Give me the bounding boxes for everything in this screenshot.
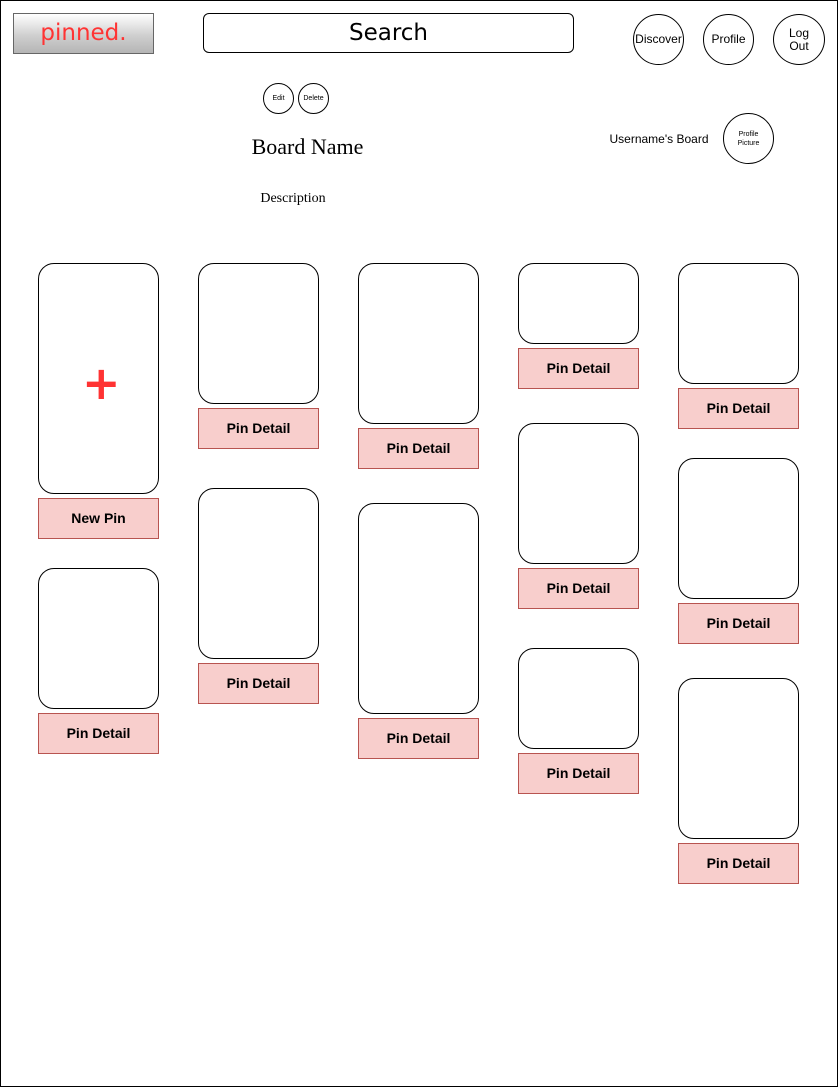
pin-detail-button[interactable]: Pin Detail — [198, 663, 319, 704]
edit-board-button[interactable]: Edit — [263, 83, 294, 114]
plus-icon[interactable]: + — [82, 355, 121, 411]
pin-detail-button[interactable]: Pin Detail — [38, 713, 159, 754]
pin-card[interactable] — [38, 568, 159, 709]
pin-card[interactable] — [358, 263, 479, 424]
pin-detail-button[interactable]: Pin Detail — [678, 843, 799, 884]
pin-card[interactable] — [678, 263, 799, 384]
board-name: Board Name — [251, 134, 364, 159]
pin-card[interactable] — [198, 488, 319, 659]
new-pin-button[interactable]: New Pin — [38, 498, 159, 539]
profile-button[interactable]: Profile — [703, 14, 754, 65]
pin-card[interactable] — [678, 678, 799, 839]
discover-button[interactable]: Discover — [633, 14, 684, 65]
pin-detail-button[interactable]: Pin Detail — [678, 603, 799, 644]
pin-detail-button[interactable]: Pin Detail — [678, 388, 799, 429]
pin-detail-button[interactable]: Pin Detail — [518, 568, 639, 609]
pin-detail-button[interactable]: Pin Detail — [358, 428, 479, 469]
profile-picture[interactable]: Profile Picture — [723, 113, 774, 164]
logout-label: Log Out — [788, 25, 810, 53]
pin-card[interactable] — [518, 423, 639, 564]
logout-button[interactable]: Log Out — [773, 14, 825, 65]
pin-detail-button[interactable]: Pin Detail — [198, 408, 319, 449]
delete-board-button[interactable]: Delete — [298, 83, 329, 114]
pin-detail-button[interactable]: Pin Detail — [518, 753, 639, 794]
pin-detail-button[interactable]: Pin Detail — [518, 348, 639, 389]
pin-card[interactable] — [518, 648, 639, 749]
board-description: Description — [260, 191, 326, 206]
board-owner[interactable]: Username's Board — [600, 132, 718, 146]
pin-card[interactable] — [518, 263, 639, 344]
profile-picture-label: Profile Picture — [737, 130, 760, 147]
pin-card[interactable] — [358, 503, 479, 714]
logo[interactable]: pinned. — [13, 13, 154, 54]
pin-card[interactable] — [198, 263, 319, 404]
search-input[interactable]: Search — [203, 13, 574, 53]
pin-card[interactable] — [678, 458, 799, 599]
pin-detail-button[interactable]: Pin Detail — [358, 718, 479, 759]
